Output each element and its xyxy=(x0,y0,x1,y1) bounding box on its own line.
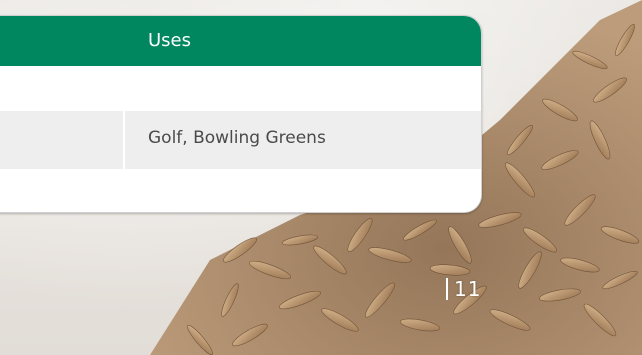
table-row xyxy=(0,66,481,111)
table-row xyxy=(0,169,481,212)
table-row: Golf, Bowling Greens xyxy=(0,111,481,169)
column-divider xyxy=(123,111,125,169)
table-header-row: Uses xyxy=(0,16,481,66)
uses-table: Uses Golf, Bowling Greens xyxy=(0,15,482,213)
uses-column-header: Uses xyxy=(148,30,192,51)
page-number: 11 xyxy=(446,277,481,301)
uses-cell: Golf, Bowling Greens xyxy=(148,128,326,148)
page-number-divider xyxy=(446,278,448,300)
page-number-value: 11 xyxy=(454,277,482,301)
